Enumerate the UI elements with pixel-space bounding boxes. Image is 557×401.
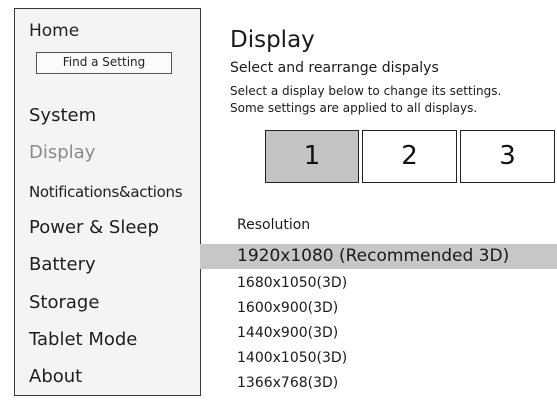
monitor-2-button[interactable]: 2: [362, 130, 457, 183]
home-link[interactable]: Home: [29, 21, 79, 41]
sidebar: Home Find a Setting System Display Notif…: [14, 8, 201, 396]
monitor-3-button[interactable]: 3: [460, 130, 555, 183]
sidebar-item-display[interactable]: Display: [29, 142, 95, 163]
resolution-label: Resolution: [237, 217, 311, 233]
resolution-option-1400x1050[interactable]: 1400x1050(3D): [237, 350, 347, 366]
settings-window: Home Find a Setting System Display Notif…: [0, 0, 557, 401]
sidebar-item-tablet-mode[interactable]: Tablet Mode: [29, 329, 137, 350]
description-line-2: Some settings are applied to all display…: [230, 101, 478, 115]
resolution-option-1920x1080[interactable]: 1920x1080 (Recommended 3D): [237, 246, 509, 266]
monitor-1-button[interactable]: 1: [265, 130, 359, 183]
sidebar-item-battery[interactable]: Battery: [29, 254, 96, 275]
sidebar-item-power-sleep[interactable]: Power & Sleep: [29, 217, 159, 238]
page-subtitle: Select and rearrange dispalys: [230, 60, 439, 76]
sidebar-item-storage[interactable]: Storage: [29, 292, 99, 313]
description-line-1: Select a display below to change its set…: [230, 84, 502, 98]
sidebar-item-notifications[interactable]: Notifications&actions: [29, 183, 183, 201]
sidebar-item-about[interactable]: About: [29, 366, 82, 387]
sidebar-item-system[interactable]: System: [29, 105, 96, 126]
find-setting-box[interactable]: Find a Setting: [36, 52, 172, 74]
page-title: Display: [230, 27, 315, 53]
resolution-option-1680x1050[interactable]: 1680x1050(3D): [237, 275, 347, 291]
resolution-option-1366x768[interactable]: 1366x768(3D): [237, 375, 338, 391]
resolution-option-1440x900[interactable]: 1440x900(3D): [237, 325, 338, 341]
resolution-option-1600x900[interactable]: 1600x900(3D): [237, 300, 338, 316]
